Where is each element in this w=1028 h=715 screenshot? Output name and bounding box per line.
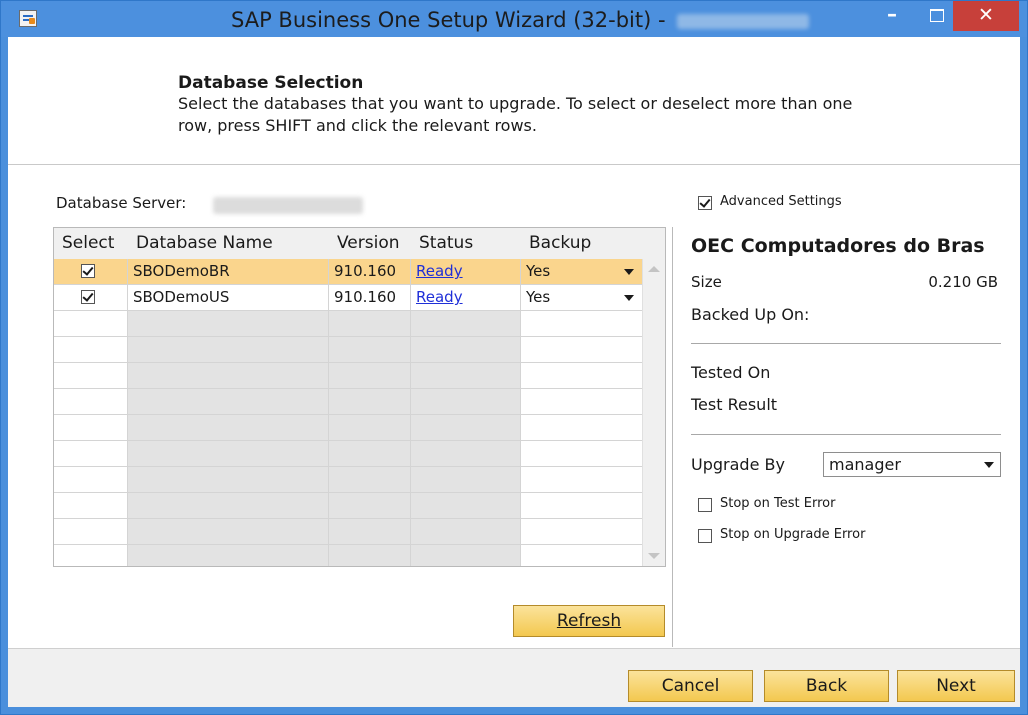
minimize-button[interactable]: – [877,1,907,31]
upgrade-by-label: Upgrade By [691,455,785,474]
wizard-header: Database Selection Select the databases … [8,37,1020,165]
refresh-button-label: Refresh [556,611,622,631]
empty-row [54,441,642,467]
tested-on-label: Tested On [691,363,771,382]
panel-divider [672,227,673,647]
scroll-down-icon[interactable] [648,553,660,559]
advanced-settings-label[interactable]: Advanced Settings [720,194,842,209]
setup-wizard-window: SAP Business One Setup Wizard (32-bit) -… [0,0,1028,715]
redacted-title-info [677,14,809,29]
empty-row [54,493,642,519]
empty-row [54,415,642,441]
column-header-backup[interactable]: Backup [521,228,642,259]
empty-row [54,545,642,566]
size-value: 0.210 GB [928,273,998,291]
details-divider [691,343,1001,344]
empty-row [54,363,642,389]
grid-vertical-scrollbar[interactable] [642,259,665,566]
database-name-cell: SBODemoBR [128,259,329,284]
dropdown-arrow-icon[interactable] [624,269,634,275]
backup-value: Yes [526,288,551,306]
backup-dropdown[interactable]: Yes [521,285,642,310]
refresh-button[interactable]: Refresh [513,605,665,637]
status-link[interactable]: Ready [416,288,463,306]
back-button[interactable]: Back [764,670,889,702]
empty-row [54,337,642,363]
version-cell: 910.160 [329,285,411,310]
scroll-up-icon[interactable] [648,266,660,272]
column-header-select[interactable]: Select [54,228,128,259]
stop-on-test-error-label[interactable]: Stop on Test Error [720,496,835,511]
status-link[interactable]: Ready [416,262,463,280]
dropdown-arrow-icon[interactable] [984,462,994,468]
stop-on-test-error-checkbox[interactable] [698,498,712,512]
dropdown-arrow-icon[interactable] [624,295,634,301]
column-header-version[interactable]: Version [329,228,411,259]
status-cell: Ready [411,259,521,284]
backed-up-on-label: Backed Up On: [691,305,810,324]
backup-value: Yes [526,262,551,280]
row-select-checkbox[interactable] [81,264,95,278]
page-description: Select the databases that you want to up… [178,94,853,135]
advanced-settings-checkbox[interactable] [698,196,712,210]
page-title: Database Selection [178,73,364,93]
stop-on-upgrade-error-checkbox[interactable] [698,529,712,543]
sap-app-icon [19,10,37,27]
upgrade-by-value: manager [829,455,901,474]
wizard-footer: Cancel Back Next [8,648,1020,707]
close-button[interactable]: ✕ [953,1,1019,31]
maximize-button[interactable] [921,1,951,31]
empty-row [54,311,642,337]
company-name: OEC Computadores do Bras [691,235,985,257]
table-row[interactable]: SBODemoBR 910.160 Ready Yes [54,259,642,285]
next-button[interactable]: Next [897,670,1015,702]
column-header-status[interactable]: Status [411,228,521,259]
size-label: Size [691,273,722,291]
empty-row [54,389,642,415]
table-row[interactable]: SBODemoUS 910.160 Ready Yes [54,285,642,311]
backup-dropdown[interactable]: Yes [521,259,642,284]
empty-row [54,519,642,545]
details-divider [691,434,1001,435]
select-cell[interactable] [54,285,128,310]
wizard-client-area: Database Selection Select the databases … [8,37,1020,707]
cancel-button[interactable]: Cancel [628,670,753,702]
database-grid: Select Database Name Version Status Back… [53,227,666,567]
empty-row [54,467,642,493]
upgrade-by-select[interactable]: manager [823,452,1001,477]
row-select-checkbox[interactable] [81,290,95,304]
wizard-content: Database Server: Select Database Name Ve… [8,165,1020,648]
redacted-server-name [213,197,363,214]
title-bar[interactable]: SAP Business One Setup Wizard (32-bit) -… [1,1,1027,37]
select-cell[interactable] [54,259,128,284]
grid-header: Select Database Name Version Status Back… [54,228,665,259]
stop-on-upgrade-error-label[interactable]: Stop on Upgrade Error [720,527,865,542]
database-server-label: Database Server: [56,194,187,212]
version-cell: 910.160 [329,259,411,284]
test-result-label: Test Result [691,395,778,414]
column-header-database-name[interactable]: Database Name [128,228,329,259]
status-cell: Ready [411,285,521,310]
window-title: SAP Business One Setup Wizard (32-bit) - [231,8,666,32]
database-name-cell: SBODemoUS [128,285,329,310]
